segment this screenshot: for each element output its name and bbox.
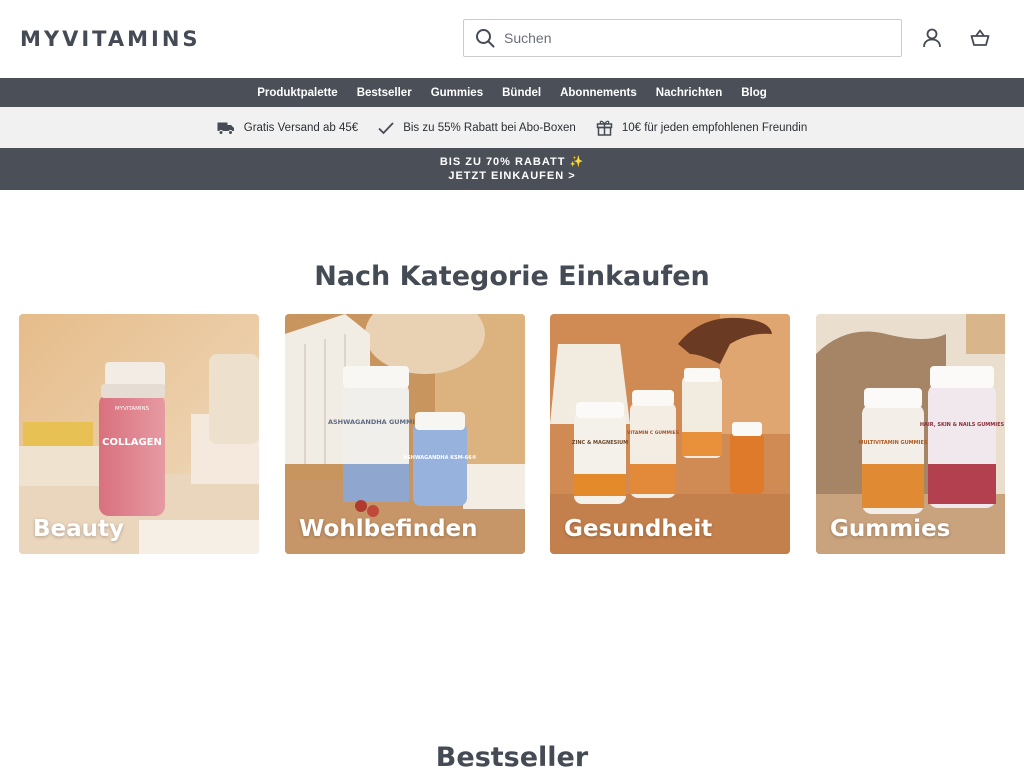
benefit-discount: Bis zu 55% Rabatt bei Abo-Boxen (378, 121, 576, 135)
product-label-text-2: HAIR, SKIN & NAILS GUMMIES (920, 422, 1005, 428)
nav-item-produktpalette[interactable]: Produktpalette (248, 87, 348, 99)
product-brand-text: MYVITAMINS (115, 406, 150, 412)
nav-item-abonnements[interactable]: Abonnements (551, 87, 647, 99)
gift-icon (596, 119, 613, 136)
benefit-label: 10€ für jeden empfohlenen Freundin (621, 121, 808, 134)
bestseller-section-title: Bestseller (435, 742, 589, 773)
benefit-shipping: Gratis Versand ab 45€ (217, 121, 358, 135)
promo-cta[interactable]: JETZT EINKAUFEN > (448, 169, 575, 183)
search-icon[interactable] (474, 27, 496, 49)
category-card-wohlbefinden[interactable]: ASHWAGANDHA GUMMIES ASHWAGANDHA KSM-66® … (285, 314, 525, 554)
category-label-beauty: Beauty (33, 516, 125, 542)
check-icon (378, 121, 394, 135)
product-label-text: COLLAGEN (102, 437, 162, 448)
nav-item-buendel[interactable]: Bündel (493, 87, 551, 99)
promo-banner[interactable]: BIS ZU 70% RABATT ✨ JETZT EINKAUFEN > (0, 148, 1024, 190)
product-label-text-2: ASHWAGANDHA KSM-66® (403, 455, 476, 461)
category-card-beauty[interactable]: MYVITAMINS COLLAGEN Beauty (19, 314, 259, 554)
nav-item-bestseller[interactable]: Bestseller (347, 87, 421, 99)
site-header: MYVITAMINS (0, 0, 1024, 78)
benefit-label: Gratis Versand ab 45€ (243, 121, 359, 134)
main-nav: Produktpalette Bestseller Gummies Bündel… (0, 78, 1024, 107)
basket-icon[interactable] (968, 26, 992, 50)
truck-icon (217, 121, 235, 135)
category-card-gummies[interactable]: MULTIVITAMIN GUMMIES HAIR, SKIN & NAILS … (816, 314, 1005, 554)
nav-item-gummies[interactable]: Gummies (421, 87, 492, 99)
nav-item-nachrichten[interactable]: Nachrichten (646, 87, 731, 99)
category-label-gummies: Gummies (830, 516, 951, 542)
category-section-title: Nach Kategorie Einkaufen (314, 261, 710, 292)
product-label-text: ZINC & MAGNESIUM (572, 440, 628, 446)
benefit-label: Bis zu 55% Rabatt bei Abo-Boxen (403, 121, 576, 134)
logo[interactable]: MYVITAMINS (20, 27, 201, 51)
category-label-gesundheit: Gesundheit (564, 516, 713, 542)
product-label-text-2: VITAMIN C GUMMIES (627, 430, 679, 436)
account-icon[interactable] (920, 26, 944, 50)
benefits-bar: Gratis Versand ab 45€ Bis zu 55% Rabatt … (0, 107, 1024, 148)
category-carousel: MYVITAMINS COLLAGEN Beauty ASHWAGANDHA G… (0, 314, 1024, 554)
product-label-text: MULTIVITAMIN GUMMIES (858, 440, 927, 446)
benefit-referral: 10€ für jeden empfohlenen Freundin (596, 119, 807, 136)
product-label-text: ASHWAGANDHA GUMMIES (328, 418, 424, 426)
search-box[interactable] (463, 19, 902, 57)
search-input[interactable] (504, 30, 884, 46)
category-card-gesundheit[interactable]: ZINC & MAGNESIUM VITAMIN C GUMMIES Gesun… (550, 314, 790, 554)
nav-item-blog[interactable]: Blog (732, 87, 777, 99)
category-label-wohlbefinden: Wohlbefinden (299, 516, 478, 542)
promo-headline: BIS ZU 70% RABATT ✨ (439, 156, 585, 168)
